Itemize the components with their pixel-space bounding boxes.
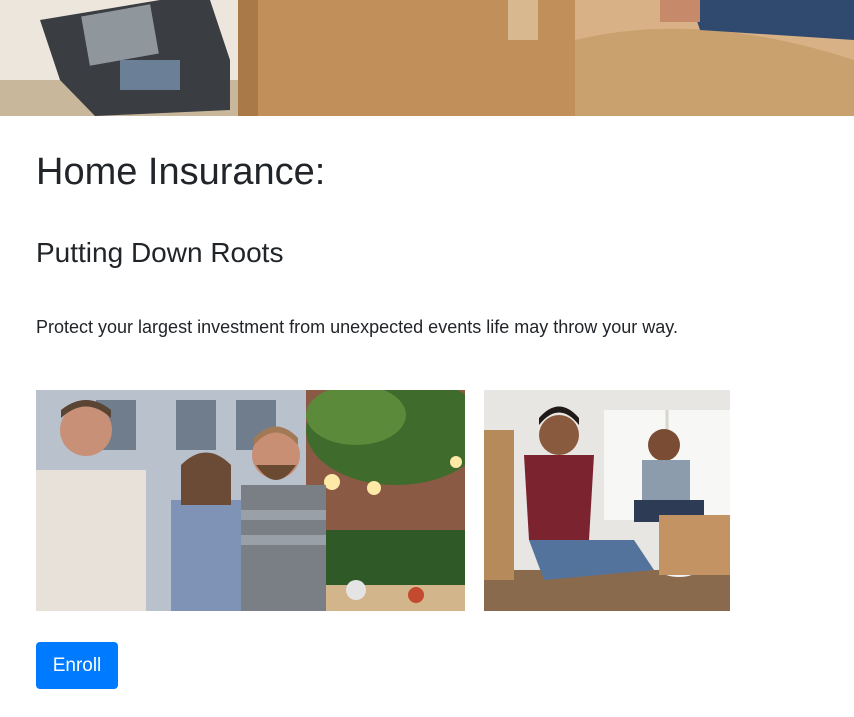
description-text: Protect your largest investment from une… — [36, 317, 678, 337]
enroll-button[interactable]: Enroll — [36, 642, 118, 689]
page-subtitle: Putting Down Roots — [36, 237, 284, 268]
hero-banner-image — [0, 0, 854, 116]
couple-moving-in-photo — [484, 390, 730, 611]
friends-backyard-party-photo — [36, 390, 465, 611]
page-title: Home Insurance: — [36, 151, 326, 193]
